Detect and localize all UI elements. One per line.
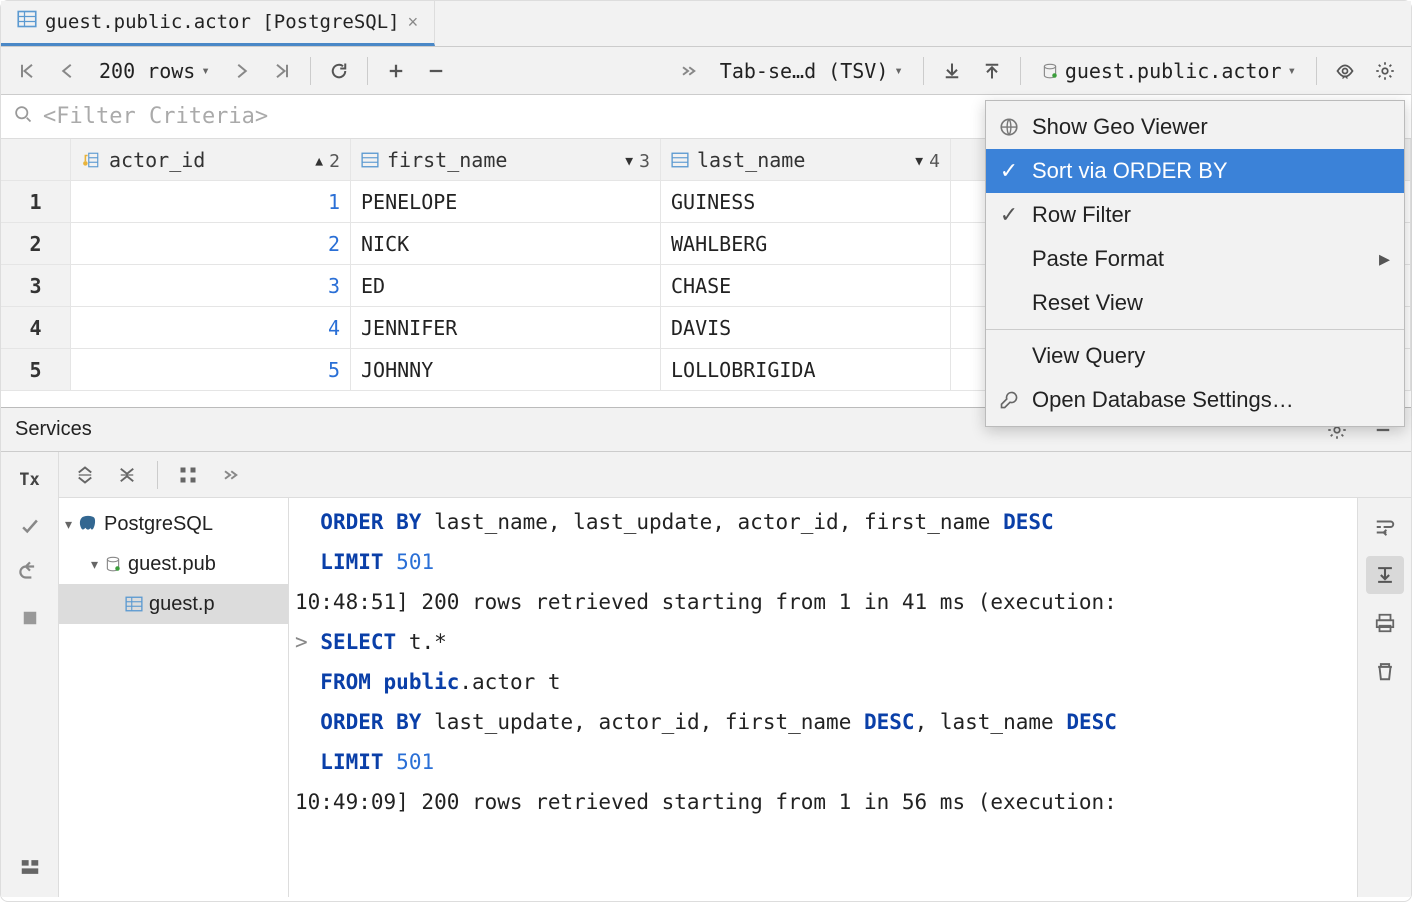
services-toolbar: [59, 452, 1411, 498]
clear-button[interactable]: [1366, 652, 1404, 690]
settings-context-menu: Show Geo Viewer ✓ Sort via ORDER BY ✓ Ro…: [985, 100, 1405, 427]
menu-show-geo-viewer[interactable]: Show Geo Viewer: [986, 105, 1404, 149]
cell[interactable]: ED: [351, 265, 661, 307]
row-number[interactable]: 5: [1, 349, 71, 391]
editor-tab[interactable]: guest.public.actor [PostgreSQL] ×: [1, 1, 435, 46]
settings-button[interactable]: [1367, 53, 1403, 89]
tx-button[interactable]: Tx: [12, 462, 48, 498]
cell[interactable]: 3: [71, 265, 351, 307]
cell[interactable]: GUINESS: [661, 181, 951, 223]
commit-button[interactable]: [12, 508, 48, 544]
chevron-down-icon: ▾: [65, 516, 72, 533]
column-header-last-name[interactable]: last_name ▾4: [661, 139, 951, 181]
chevron-down-icon: ▾: [91, 556, 98, 573]
tree-node-datasource[interactable]: ▾ guest.pub: [59, 544, 288, 584]
scroll-to-end-button[interactable]: [1366, 556, 1404, 594]
column-icon: [671, 151, 689, 169]
services-title: Services: [15, 418, 92, 441]
cell[interactable]: PENELOPE: [351, 181, 661, 223]
datasource-icon: [104, 555, 122, 573]
services-panel: Services Tx ▾: [1, 407, 1411, 897]
next-page-button[interactable]: [224, 53, 260, 89]
postgres-icon: [78, 514, 98, 534]
remove-row-button[interactable]: [418, 53, 454, 89]
upload-button[interactable]: [974, 53, 1010, 89]
submenu-arrow-icon: ▸: [1379, 246, 1390, 272]
search-icon: [13, 104, 33, 130]
editor-tabbar: guest.public.actor [PostgreSQL] ×: [1, 1, 1411, 47]
services-left-gutter: Tx: [1, 452, 59, 897]
column-header-actor-id[interactable]: actor_id ▴2: [71, 139, 351, 181]
chevron-down-icon: ▾: [1288, 63, 1296, 79]
menu-reset-view[interactable]: Reset View: [986, 281, 1404, 325]
prev-page-button[interactable]: [49, 53, 85, 89]
key-column-icon: [81, 151, 101, 169]
cell[interactable]: DAVIS: [661, 307, 951, 349]
row-header-corner: [1, 139, 71, 181]
table-path-dropdown[interactable]: guest.public.actor▾: [1031, 59, 1306, 83]
row-number[interactable]: 4: [1, 307, 71, 349]
overflow-button[interactable]: [212, 457, 248, 493]
row-number[interactable]: 2: [1, 223, 71, 265]
row-count-dropdown[interactable]: 200 rows▾: [89, 59, 220, 83]
cell[interactable]: 5: [71, 349, 351, 391]
row-number[interactable]: 3: [1, 265, 71, 307]
row-number[interactable]: 1: [1, 181, 71, 223]
check-icon: ✓: [996, 158, 1022, 184]
view-button[interactable]: [1327, 53, 1363, 89]
print-button[interactable]: [1366, 604, 1404, 642]
sort-desc-icon: ▾: [913, 148, 925, 172]
datasource-icon: [1041, 62, 1059, 80]
globe-icon: [996, 117, 1022, 137]
menu-open-database-settings[interactable]: Open Database Settings…: [986, 378, 1404, 422]
cell[interactable]: 4: [71, 307, 351, 349]
add-row-button[interactable]: [378, 53, 414, 89]
services-right-gutter: [1357, 498, 1411, 897]
tab-title: guest.public.actor [PostgreSQL]: [45, 11, 400, 33]
menu-separator: [986, 329, 1404, 330]
cell[interactable]: 1: [71, 181, 351, 223]
menu-sort-via-order-by[interactable]: ✓ Sort via ORDER BY: [986, 149, 1404, 193]
services-tree[interactable]: ▾ PostgreSQL ▾ guest.pub guest.p: [59, 498, 289, 897]
cell[interactable]: LOLLOBRIGIDA: [661, 349, 951, 391]
collapse-all-button[interactable]: [109, 457, 145, 493]
tree-node-postgresql[interactable]: ▾ PostgreSQL: [59, 504, 288, 544]
reload-button[interactable]: [321, 53, 357, 89]
column-icon: [361, 151, 379, 169]
data-toolbar: 200 rows▾ Tab-se…d (TSV)▾ guest.public.a…: [1, 47, 1411, 95]
tree-node-table[interactable]: guest.p: [59, 584, 288, 624]
first-page-button[interactable]: [9, 53, 45, 89]
rollback-button[interactable]: [12, 554, 48, 590]
more-actions-button[interactable]: [670, 53, 706, 89]
download-button[interactable]: [934, 53, 970, 89]
sort-desc-icon: ▾: [623, 148, 635, 172]
soft-wrap-button[interactable]: [1366, 508, 1404, 546]
group-button[interactable]: [170, 457, 206, 493]
expand-all-button[interactable]: [67, 457, 103, 493]
column-header-first-name[interactable]: first_name ▾3: [351, 139, 661, 181]
menu-row-filter[interactable]: ✓ Row Filter: [986, 193, 1404, 237]
services-console[interactable]: ORDER BY last_name, last_update, actor_i…: [289, 498, 1357, 897]
last-page-button[interactable]: [264, 53, 300, 89]
menu-paste-format[interactable]: Paste Format ▸: [986, 237, 1404, 281]
check-icon: ✓: [996, 202, 1022, 228]
close-icon[interactable]: ×: [408, 12, 419, 33]
table-icon: [17, 9, 37, 35]
chevron-down-icon: ▾: [894, 63, 902, 79]
sort-asc-icon: ▴: [313, 148, 325, 172]
table-icon: [125, 595, 143, 613]
cell[interactable]: JENNIFER: [351, 307, 661, 349]
cell[interactable]: 2: [71, 223, 351, 265]
cell[interactable]: JOHNNY: [351, 349, 661, 391]
wrench-icon: [996, 390, 1022, 410]
cell[interactable]: NICK: [351, 223, 661, 265]
export-format-dropdown[interactable]: Tab-se…d (TSV)▾: [710, 59, 913, 83]
layout-button[interactable]: [12, 849, 48, 885]
cell[interactable]: CHASE: [661, 265, 951, 307]
menu-view-query[interactable]: View Query: [986, 334, 1404, 378]
stop-button[interactable]: [12, 600, 48, 636]
cell[interactable]: WAHLBERG: [661, 223, 951, 265]
chevron-down-icon: ▾: [201, 63, 209, 79]
